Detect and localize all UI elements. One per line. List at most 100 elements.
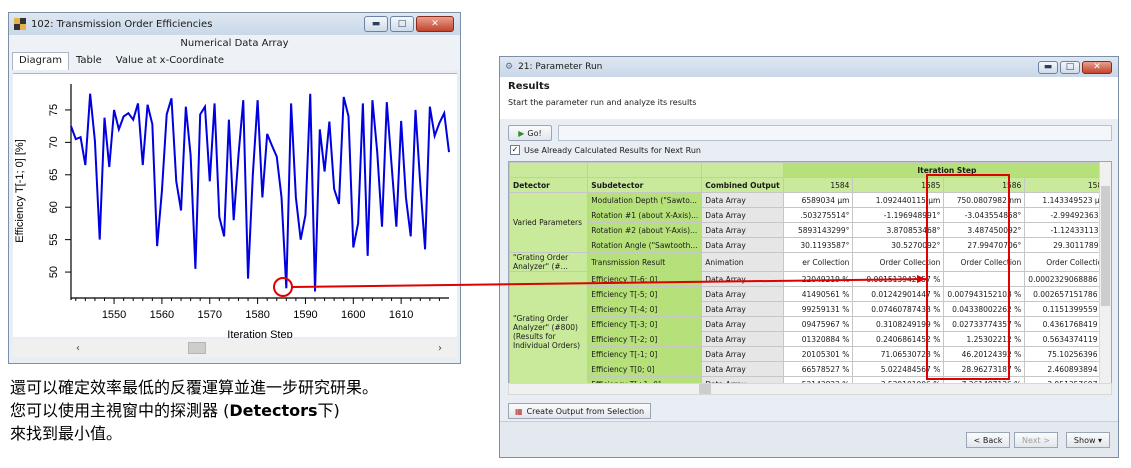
iteration-value-cell[interactable]: 30.1193587°	[782, 237, 854, 253]
iteration-value-cell[interactable]: 0.3108249199 %	[852, 316, 945, 332]
table-row[interactable]: Efficiency T[-1; 0] Data Array 20105301 % 7…	[510, 346, 1111, 362]
iteration-value-cell[interactable]: 3.487450092°	[943, 222, 1026, 238]
subdetector-cell[interactable]: Efficiency T[-2; 0]	[587, 331, 703, 347]
combined-output-cell[interactable]: Data Array	[701, 286, 784, 302]
chart-horizontal-scrollbar[interactable]: ‹ ›	[13, 339, 457, 357]
col-iteration-1587[interactable]: 1587	[1024, 177, 1111, 193]
table-row[interactable]: Efficiency T[-5; 0] Data Array 41490561 % 0…	[510, 286, 1111, 302]
iteration-value-cell[interactable]: -2.994923633°	[1024, 207, 1111, 223]
combined-output-cell[interactable]: Data Array	[701, 271, 784, 287]
iteration-value-cell[interactable]: 750.0807982 nm	[943, 192, 1026, 208]
combined-output-cell[interactable]: Data Array	[701, 316, 784, 332]
table-row[interactable]: Rotation Angle ("Sawtooth... Data Array 30…	[510, 237, 1111, 253]
iteration-value-cell[interactable]: 20105301 %	[782, 346, 854, 362]
col-combined-output[interactable]: Combined Output	[701, 177, 784, 193]
iteration-value-cell[interactable]: 0.02733774357 %	[943, 316, 1026, 332]
combined-output-cell[interactable]: Data Array	[701, 346, 784, 362]
maximize-button[interactable]: □	[1060, 60, 1080, 74]
iteration-value-cell[interactable]: 99259131 %	[782, 301, 854, 317]
back-button[interactable]: < Back	[966, 432, 1010, 448]
iteration-value-cell[interactable]: 0.0002329068886 %	[1024, 271, 1111, 287]
combined-output-cell[interactable]: Data Array	[701, 301, 784, 317]
subdetector-cell[interactable]: Efficiency T[-5; 0]	[587, 286, 703, 302]
iteration-value-cell[interactable]: 30.5270092°	[852, 237, 945, 253]
iteration-value-cell[interactable]: 0.07460787438 %	[852, 301, 945, 317]
close-button[interactable]: ✕	[416, 16, 454, 32]
scroll-right-arrow-icon[interactable]: ›	[431, 343, 449, 354]
table-row[interactable]: Efficiency T[-2; 0] Data Array 01320884 % 0…	[510, 331, 1111, 347]
iteration-value-cell[interactable]: 6589034 µm	[782, 192, 854, 208]
plot-area[interactable]: 50 55 60 65 70 75 1550 1560 1570 1580 1590 1600 1610…	[13, 73, 457, 341]
iteration-value-cell[interactable]: 2.460893894 %	[1024, 361, 1111, 377]
scroll-left-arrow-icon[interactable]: ‹	[69, 343, 87, 354]
iteration-value-cell[interactable]: er Collection	[782, 252, 854, 272]
iteration-value-cell[interactable]: 1.092440115 µm	[852, 192, 945, 208]
subdetector-cell[interactable]: Efficiency T[-4; 0]	[587, 301, 703, 317]
subdetector-cell[interactable]: Transmission Result	[587, 252, 703, 272]
create-output-button[interactable]: ▦ Create Output from Selection	[508, 403, 652, 419]
iteration-value-cell[interactable]: 0.04338002262 %	[943, 301, 1026, 317]
tab-diagram[interactable]: Diagram	[12, 52, 69, 70]
next-button[interactable]: Next >	[1014, 432, 1058, 448]
iteration-value-cell[interactable]: 75.10256396 %	[1024, 346, 1111, 362]
maximize-button[interactable]: □	[390, 16, 414, 32]
minimize-button[interactable]: ▬	[364, 16, 388, 32]
iteration-value-cell[interactable]: 28.96273187 %	[943, 361, 1026, 377]
table-row[interactable]: "Grating Order Analyzer" (#800) (Results…	[509, 271, 1111, 384]
iteration-value-cell[interactable]: -1.124331136°	[1024, 222, 1111, 238]
iteration-value-cell[interactable]: .503275514°	[782, 207, 854, 223]
detector-group-cell[interactable]: "Grating Order Analyzer" (#...	[509, 252, 589, 272]
iteration-value-cell[interactable]: 27.99470706°	[943, 237, 1026, 253]
subdetector-cell[interactable]: Modulation Depth ("Sawto...	[587, 192, 703, 208]
combined-output-cell[interactable]: Data Array	[701, 331, 784, 347]
iteration-value-cell[interactable]: Order Collection	[852, 252, 945, 272]
iteration-value-cell[interactable]: 0.1151399559 %	[1024, 301, 1111, 317]
tab-table[interactable]: Table	[69, 52, 109, 70]
close-button[interactable]: ✕	[1082, 60, 1112, 74]
table-row[interactable]: Rotation #1 (about X-Axis)... Data Array.…	[510, 207, 1111, 223]
iteration-value-cell[interactable]: 66578527 %	[782, 361, 854, 377]
iteration-value-cell[interactable]: 41490561 %	[782, 286, 854, 302]
iteration-value-cell[interactable]: 5893143299°	[782, 222, 854, 238]
tab-value-at-x[interactable]: Value at x-Coordinate	[109, 52, 231, 70]
iteration-value-cell[interactable]: Order Collection	[943, 252, 1026, 272]
right-window-titlebar[interactable]: ⚙ 21: Parameter Run ▬ □ ✕	[500, 57, 1118, 77]
iteration-value-cell[interactable]: 3.870853468°	[852, 222, 945, 238]
iteration-value-cell[interactable]: Order Collection	[1024, 252, 1111, 272]
iteration-value-cell[interactable]: 0.007943152103 %	[943, 286, 1026, 302]
subdetector-cell[interactable]: Rotation #1 (about X-Axis)...	[587, 207, 703, 223]
detector-group-cell[interactable]: "Grating Order Analyzer" (#800) (Results…	[509, 271, 589, 384]
grid-vscroll-thumb[interactable]	[1101, 186, 1110, 306]
iteration-value-cell[interactable]: 71.06530728 %	[852, 346, 945, 362]
iteration-value-cell[interactable]: 5.022484567 %	[852, 361, 945, 377]
combined-output-cell[interactable]: Data Array	[701, 361, 784, 377]
table-row[interactable]: Rotation #2 (about Y-Axis)... Data Array 5…	[510, 222, 1111, 238]
subdetector-cell[interactable]: Efficiency T[-1; 0]	[587, 346, 703, 362]
subdetector-cell[interactable]: Efficiency T[-6; 0]	[587, 271, 703, 287]
col-iteration-1584[interactable]: 1584	[782, 177, 854, 193]
iteration-value-cell[interactable]: 29.30117893°	[1024, 237, 1111, 253]
col-detector[interactable]: Detector	[509, 177, 589, 193]
combined-output-cell[interactable]: Data Array	[701, 222, 784, 238]
iteration-value-cell[interactable]: -1.196948991°	[852, 207, 945, 223]
combined-output-cell[interactable]: Animation	[701, 252, 784, 272]
grid-hscroll-thumb[interactable]	[699, 384, 711, 394]
subdetector-cell[interactable]: Rotation #2 (about Y-Axis)...	[587, 222, 703, 238]
left-window-titlebar[interactable]: 102: Transmission Order Efficiencies ▬ □…	[9, 13, 460, 35]
col-iteration-1586[interactable]: 1586	[943, 177, 1026, 193]
iteration-value-cell[interactable]: 0.001513942357 %	[852, 271, 945, 287]
show-button[interactable]: Show ▾	[1066, 432, 1110, 448]
iteration-value-cell[interactable]: 22049219 %	[782, 271, 854, 287]
use-calculated-results-checkbox[interactable]: ✓ Use Already Calculated Results for Nex…	[510, 145, 701, 155]
combined-output-cell[interactable]: Data Array	[701, 207, 784, 223]
iteration-value-cell[interactable]: 1.25302212 %	[943, 331, 1026, 347]
table-row[interactable]: Efficiency T[-4; 0] Data Array 99259131 % 0…	[510, 301, 1111, 317]
iteration-value-cell[interactable]: 01320884 %	[782, 331, 854, 347]
detector-group-cell[interactable]: Varied Parameters	[509, 192, 589, 253]
iteration-value-cell[interactable]: 0.4361768419 %	[1024, 316, 1111, 332]
go-button[interactable]: ▶ Go!	[508, 125, 552, 141]
combined-output-cell[interactable]: Data Array	[701, 192, 784, 208]
table-row[interactable]: "Grating Order Analyzer" (#... Transmissi…	[509, 252, 1111, 272]
iteration-value-cell[interactable]: 0.002657151786 %	[1024, 286, 1111, 302]
iteration-value-cell[interactable]: 0.01242901447 %	[852, 286, 945, 302]
